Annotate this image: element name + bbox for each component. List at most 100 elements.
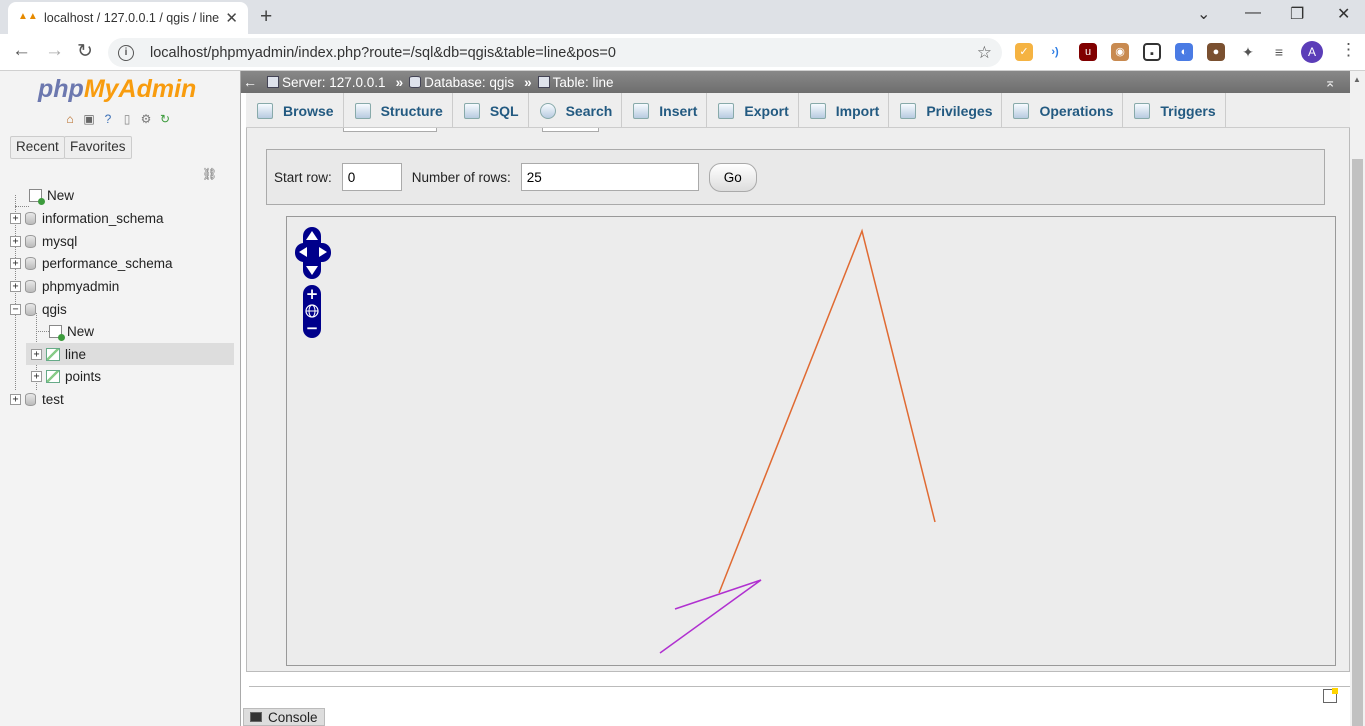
database-icon (25, 256, 36, 270)
reload-icon[interactable]: ↻ (77, 40, 93, 63)
tab-insert[interactable]: Insert (622, 93, 708, 128)
tab-import[interactable]: Import (799, 93, 890, 128)
sticky-notes-icon[interactable] (1323, 688, 1338, 703)
database-icon (25, 234, 36, 248)
menu-kebab-icon[interactable]: ⋮ (1340, 40, 1357, 60)
quick-links: ⌂ ▣ ? ▯ ⚙ ↻ (62, 111, 173, 127)
phpmyadmin-favicon: ▲▲ (18, 11, 38, 22)
expand-icon[interactable]: + (31, 370, 42, 382)
tab-structure[interactable]: Structure (344, 93, 453, 128)
extension-icon[interactable]: ◉ (1111, 43, 1129, 61)
url-text[interactable]: localhost/phpmyadmin/index.php?route=/sq… (150, 45, 977, 61)
logout-icon[interactable]: ▣ (81, 111, 97, 127)
expand-icon[interactable]: + (10, 393, 21, 405)
database-icon (25, 279, 36, 293)
start-row-label: Start row: (274, 169, 332, 185)
map-navigation-controls: + − (295, 227, 331, 338)
tree-node-performance-schema[interactable]: + performance_schema (10, 252, 173, 274)
help-icon[interactable]: ? (100, 111, 116, 127)
tree-node-new[interactable]: New (15, 184, 74, 207)
gis-map[interactable]: + − (286, 216, 1336, 666)
pan-control[interactable] (295, 227, 331, 279)
tab-export[interactable]: Export (707, 93, 799, 128)
home-icon[interactable]: ⌂ (62, 111, 78, 127)
phpmyadmin-logo[interactable]: phpMyAdmin (38, 75, 196, 104)
media-queue-icon[interactable]: ≡ (1270, 43, 1288, 61)
tab-browse[interactable]: Browse (246, 93, 344, 128)
browser-tab[interactable]: ▲▲ localhost / 127.0.0.1 / qgis / line ✕ (8, 2, 248, 34)
tree-node-phpmyadmin[interactable]: + phpmyadmin (10, 275, 119, 297)
hidden-control (542, 128, 599, 132)
tab-sql[interactable]: SQL (453, 93, 529, 128)
zoom-in-icon: + (306, 285, 319, 303)
new-tab-icon[interactable]: + (260, 5, 272, 29)
console-icon (250, 712, 262, 722)
expand-icon[interactable]: + (31, 348, 42, 360)
start-row-input[interactable] (341, 163, 402, 191)
page-scrollbar[interactable]: ▲ (1350, 71, 1365, 726)
tree-node-test[interactable]: + test (10, 388, 64, 410)
minimize-icon[interactable]: — (1245, 4, 1261, 22)
profile-avatar[interactable]: A (1301, 41, 1323, 63)
address-bar[interactable]: i localhost/phpmyadmin/index.php?route=/… (108, 38, 1002, 67)
tree-node-qgis-new[interactable]: New (36, 320, 94, 342)
tab-privileges[interactable]: Privileges (889, 93, 1003, 128)
table-icon (537, 76, 550, 88)
number-of-rows-input[interactable] (520, 163, 699, 191)
picture-in-picture-icon[interactable]: ▪ (1143, 43, 1161, 61)
reload-navigation-icon[interactable]: ↻ (157, 111, 173, 127)
breadcrumb-server[interactable]: Server: 127.0.0.1 (267, 75, 386, 90)
sql-icon (463, 102, 480, 119)
close-window-icon[interactable]: ✕ (1337, 4, 1350, 24)
extension-icon[interactable]: ›) (1046, 43, 1064, 61)
expand-icon[interactable]: + (10, 257, 21, 269)
tab-search[interactable]: Search (529, 93, 623, 128)
cookie-icon[interactable]: ● (1207, 43, 1225, 61)
pager-form: Start row: Number of rows: Go (266, 149, 1325, 205)
tab-operations[interactable]: Operations (1002, 93, 1124, 128)
scroll-top-icon[interactable]: ⌅ (1324, 74, 1336, 91)
tree-node-points[interactable]: + points (31, 365, 101, 387)
expand-icon[interactable]: + (10, 235, 21, 247)
line-geometry-2[interactable] (659, 579, 762, 654)
forward-icon[interactable]: → (45, 40, 64, 62)
breadcrumb-table[interactable]: Table: line (537, 75, 613, 90)
favorites-button[interactable]: Favorites (64, 136, 132, 159)
table-icon (46, 369, 60, 383)
collapse-navigation-icon[interactable]: ← (241, 74, 259, 90)
restore-icon[interactable]: ❐ (1290, 4, 1304, 24)
hidden-control (343, 128, 437, 132)
collapse-icon[interactable]: − (10, 303, 21, 315)
console-toggle[interactable]: Console (243, 708, 325, 726)
gear-icon[interactable]: ⚙ (138, 111, 154, 127)
breadcrumb: ← Server: 127.0.0.1 » Database: qgis » T… (241, 71, 1350, 93)
back-icon[interactable]: ← (12, 40, 31, 62)
expand-icon[interactable]: + (10, 212, 21, 224)
tab-triggers[interactable]: Triggers (1123, 93, 1226, 128)
close-tab-icon[interactable]: ✕ (225, 9, 238, 27)
zoom-control[interactable]: + − (303, 285, 321, 338)
go-button[interactable]: Go (708, 162, 757, 192)
tree-node-information-schema[interactable]: + information_schema (10, 207, 164, 229)
extension-icon[interactable]: ◐ (1175, 43, 1193, 61)
expand-icon[interactable]: + (10, 280, 21, 292)
recent-button[interactable]: Recent (10, 136, 65, 159)
new-database-icon (29, 188, 45, 205)
export-icon (718, 102, 735, 119)
breadcrumb-database[interactable]: Database: qgis (409, 75, 514, 90)
extensions-puzzle-icon[interactable]: ✦ (1239, 43, 1257, 61)
line-geometry-1[interactable] (718, 228, 936, 594)
ublock-icon[interactable]: u (1079, 43, 1097, 61)
site-info-icon[interactable]: i (118, 44, 134, 61)
scroll-up-arrow-icon[interactable]: ▲ (1353, 75, 1361, 84)
tab-search-icon[interactable]: ⌄ (1197, 4, 1210, 24)
tree-node-mysql[interactable]: + mysql (10, 230, 77, 252)
triggers-icon (1134, 102, 1151, 119)
link-with-main-panel-icon[interactable]: ⛓ (202, 167, 217, 181)
tree-node-line[interactable]: + line (26, 343, 234, 365)
bookmark-star-icon[interactable]: ☆ (977, 43, 992, 63)
docs-icon[interactable]: ▯ (119, 111, 135, 127)
scrollbar-thumb[interactable] (1352, 159, 1363, 726)
tree-node-qgis[interactable]: − qgis (10, 298, 67, 320)
extension-icon[interactable]: ✓ (1015, 43, 1033, 61)
